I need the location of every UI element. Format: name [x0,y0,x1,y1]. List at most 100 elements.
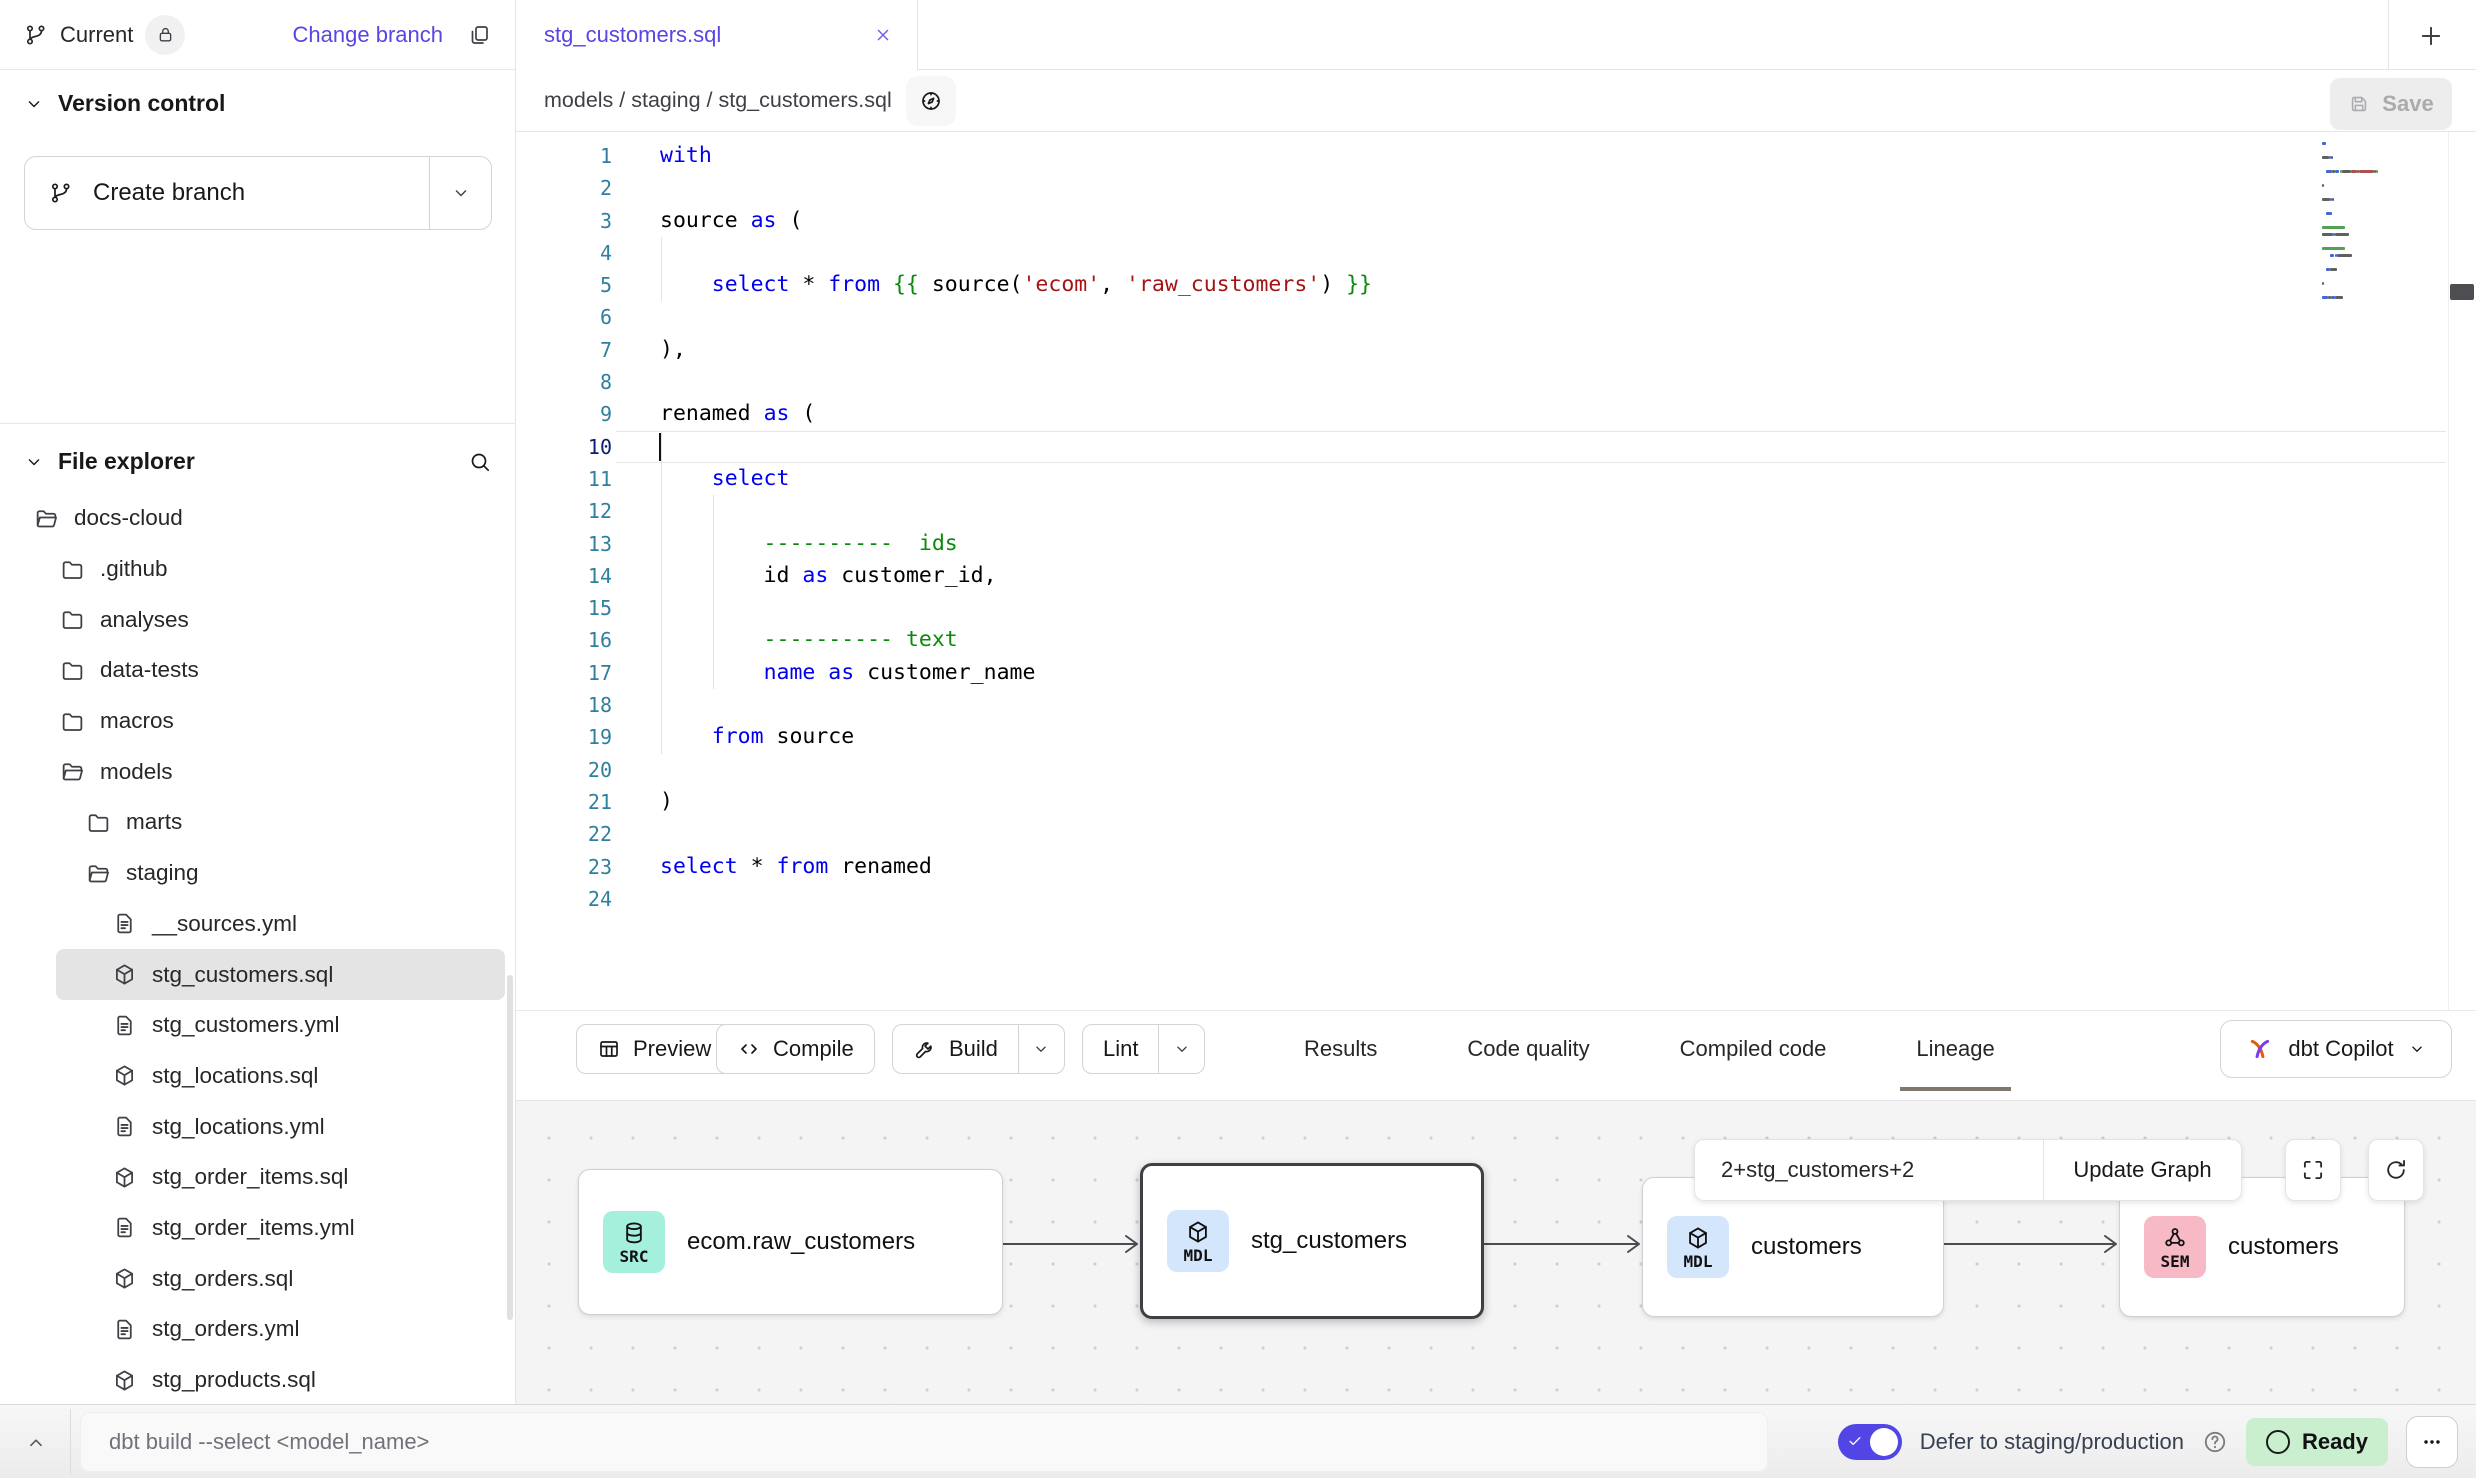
dbt-copilot-button[interactable]: dbt Copilot [2220,1020,2452,1078]
compile-main[interactable]: Compile [717,1025,874,1073]
minimap-line [2322,184,2324,187]
build-main[interactable]: Build [893,1025,1018,1073]
compile-button[interactable]: Compile [716,1024,875,1074]
line-number: 22 [516,818,612,850]
file-item-stg-products-sql[interactable]: stg_products.sql [0,1355,515,1404]
wrench-icon [913,1037,937,1061]
lineage-panel[interactable]: SRCecom.raw_customersMDLstg_customersMDL… [516,1100,2476,1404]
file-item-marts[interactable]: marts [0,797,515,848]
dbt-cloud-ide: Current Change branch Version control Cr… [0,0,2476,1478]
build-button[interactable]: Build [892,1024,1065,1074]
lineage-node-stg-customers[interactable]: MDLstg_customers [1140,1163,1484,1319]
overview-ruler-handle[interactable] [2450,284,2474,300]
defer-toggle[interactable] [1838,1424,1902,1460]
file-item-label: stg_order_items.sql [152,1164,348,1190]
tab-code-quality[interactable]: Code quality [1451,1011,1605,1091]
lint-button[interactable]: Lint [1082,1024,1205,1074]
file-item-models[interactable]: models [0,746,515,797]
code-line-19: from source [660,721,1372,753]
chevron-down-icon [2408,1040,2426,1058]
file-item-staging[interactable]: staging [0,848,515,899]
sidebar-scrollbar[interactable] [507,975,513,1320]
code-token: as [802,563,828,588]
sidebar: Current Change branch Version control Cr… [0,0,516,1404]
change-branch-link[interactable]: Change branch [293,22,443,48]
lineage-node-ecom-raw-customers[interactable]: SRCecom.raw_customers [578,1169,1003,1315]
code-content[interactable]: withsource as ( select * from {{ source(… [660,140,1372,915]
file-item-stg-customers-sql[interactable]: stg_customers.sql [56,949,505,1000]
tab-lineage[interactable]: Lineage [1900,1011,2010,1091]
minimap-line [2376,170,2378,173]
line-number: 11 [516,463,612,495]
tab-results[interactable]: Results [1288,1011,1393,1091]
database-icon [621,1220,647,1246]
code-token: select [712,272,790,297]
create-branch-dropdown[interactable] [429,157,491,229]
file-item-data-tests[interactable]: data-tests [0,645,515,696]
cube-icon [1185,1219,1211,1245]
file-item-stg-order-items-yml[interactable]: stg_order_items.yml [0,1203,515,1254]
collapse-panel-button[interactable] [18,1425,54,1461]
code-line-17: name as customer_name [660,657,1372,689]
code-line-4 [660,237,1372,269]
code-line-3: source as ( [660,205,1372,237]
preview-main[interactable]: Preview [577,1025,731,1073]
file-item-stg-customers-yml[interactable]: stg_customers.yml [0,1000,515,1051]
file-item-analyses[interactable]: analyses [0,594,515,645]
lint-main[interactable]: Lint [1083,1025,1158,1073]
help-icon[interactable] [2202,1429,2228,1455]
status-bar: dbt build --select <model_name> Defer to… [0,1404,2476,1478]
code-token: 'raw_customers' [1126,272,1320,297]
file-explorer-header[interactable]: File explorer [24,448,492,475]
save-icon [2348,93,2370,115]
lint-dropdown[interactable] [1158,1025,1204,1073]
close-icon[interactable] [873,25,893,45]
file-item-stg-orders-yml[interactable]: stg_orders.yml [0,1304,515,1355]
build-dropdown[interactable] [1018,1025,1064,1073]
new-tab-button[interactable] [2408,13,2454,59]
file-item-stg-locations-sql[interactable]: stg_locations.sql [0,1051,515,1102]
command-input[interactable]: dbt build --select <model_name> [80,1412,1768,1472]
preview-button[interactable]: Preview [576,1024,732,1074]
minimap-line [2322,226,2345,229]
file-item-macros[interactable]: macros [0,696,515,747]
toggle-knob [1870,1428,1898,1456]
fullscreen-button[interactable] [2285,1139,2341,1201]
tab-stg-customers-sql[interactable]: stg_customers.sql [516,0,918,70]
copy-branch-icon[interactable] [467,23,491,47]
copilot-icon [2246,1035,2274,1063]
node-label: ecom.raw_customers [687,1228,915,1256]
refresh-button[interactable] [2368,1139,2424,1201]
navigate-button[interactable] [906,76,956,126]
create-branch-button[interactable]: Create branch [24,156,492,230]
status-ready-badge[interactable]: Ready [2246,1418,2388,1466]
file-item-stg-order-items-sql[interactable]: stg_order_items.sql [0,1152,515,1203]
line-number: 5 [516,269,612,301]
node-badge-label: SEM [2161,1252,2190,1271]
lineage-filter-input[interactable]: 2+stg_customers+2 [1695,1140,2043,1200]
line-number: 2 [516,172,612,204]
file-item-stg-locations-yml[interactable]: stg_locations.yml [0,1101,515,1152]
defer-label: Defer to staging/production [1920,1429,2184,1455]
plus-icon [2417,22,2445,50]
result-panel-tabs: Results Code quality Compiled code Lineage [1288,1011,2011,1091]
save-button[interactable]: Save [2330,78,2452,130]
version-control-header[interactable]: Version control [24,90,225,117]
code-line-6 [660,301,1372,333]
search-icon[interactable] [468,450,492,474]
file-item-stg-orders-sql[interactable]: stg_orders.sql [0,1253,515,1304]
breadcrumb: models / staging / stg_customers.sql [544,88,892,113]
overview-ruler[interactable] [2448,132,2476,1010]
create-branch-main[interactable]: Create branch [25,179,429,207]
update-graph-button[interactable]: Update Graph [2043,1140,2241,1200]
code-token [660,724,712,749]
node-label: customers [2228,1233,2339,1261]
file-item--sources-yml[interactable]: __sources.yml [0,899,515,950]
tab-compiled-code[interactable]: Compiled code [1664,1011,1843,1091]
code-editor[interactable]: 123456789101112131415161718192021222324 … [516,132,2476,1010]
fullscreen-icon [2300,1157,2326,1183]
line-number: 21 [516,786,612,818]
file-item-docs-cloud[interactable]: docs-cloud [0,493,515,544]
more-options-button[interactable] [2406,1416,2458,1468]
file-item--github[interactable]: .github [0,544,515,595]
